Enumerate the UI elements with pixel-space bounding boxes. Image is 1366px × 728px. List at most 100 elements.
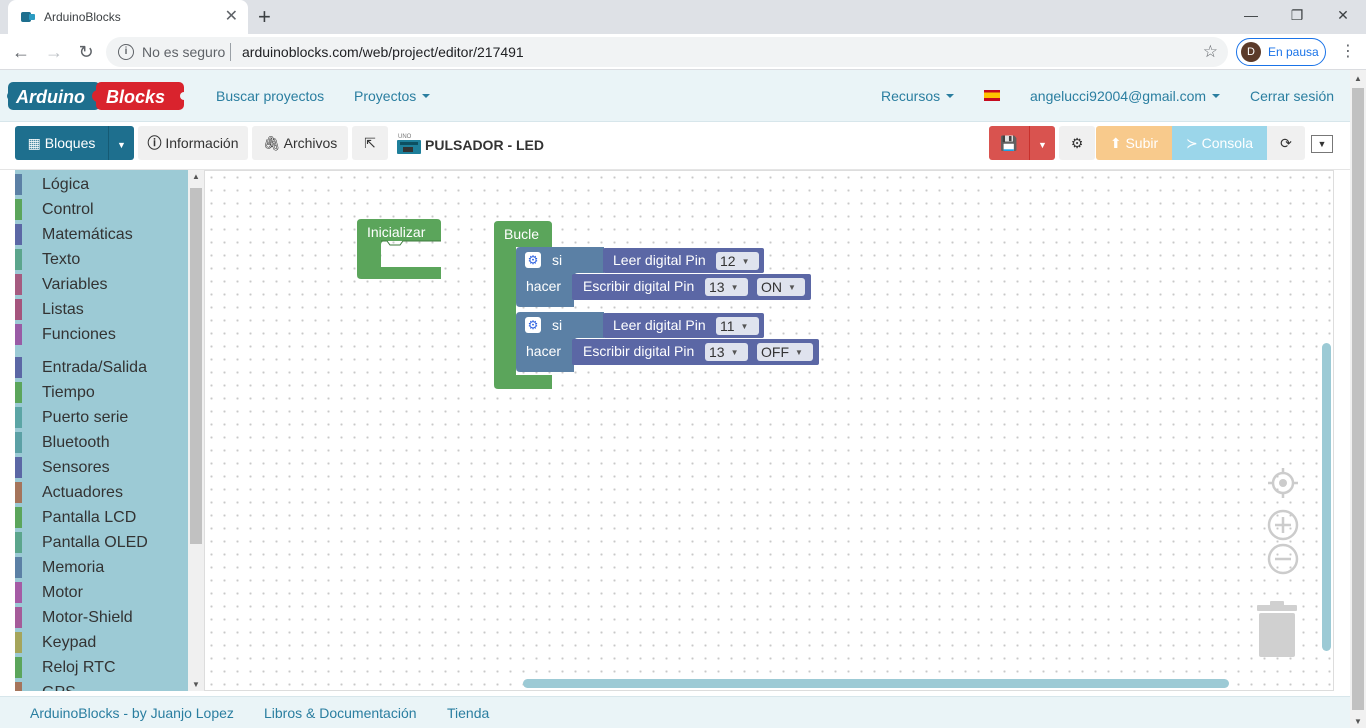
toolbox-category[interactable]: Sensores: [15, 455, 188, 480]
toolbox-category[interactable]: Reloj RTC: [15, 655, 188, 680]
scroll-up-icon[interactable]: ▲: [1354, 74, 1362, 83]
nav-logout[interactable]: Cerrar sesión: [1250, 88, 1334, 104]
bookmark-star-icon[interactable]: ☆: [1203, 42, 1218, 62]
workspace-vertical-scrollbar[interactable]: [1322, 343, 1331, 651]
toolbox-category[interactable]: Listas: [15, 297, 188, 322]
write2-pin-dropdown[interactable]: 13 ▼: [705, 343, 748, 361]
write1-pin-value: 13: [709, 279, 725, 295]
toolbox-category[interactable]: Puerto serie: [15, 405, 188, 430]
category-color-swatch: [15, 324, 22, 345]
footer-credit-link[interactable]: ArduinoBlocks - by Juanjo Lopez: [30, 705, 234, 721]
nav-user-menu[interactable]: angelucci92004@gmail.com: [1030, 88, 1221, 104]
profile-button[interactable]: D En pausa: [1236, 38, 1326, 66]
files-button-label: Archivos: [283, 135, 338, 151]
read1-pin-dropdown[interactable]: 12 ▼: [716, 252, 759, 270]
terminal-icon: ≻: [1186, 135, 1202, 151]
arduino-uno-board-icon: UNO: [397, 134, 421, 154]
toolbox-category[interactable]: Memoria: [15, 555, 188, 580]
zoom-in-icon[interactable]: [1267, 509, 1299, 541]
toolbox-category[interactable]: Pantalla OLED: [15, 530, 188, 555]
page-scrollbar[interactable]: ▲ ▼: [1350, 70, 1366, 728]
read2-pin-dropdown[interactable]: 11 ▼: [716, 317, 759, 335]
category-label: GPS: [42, 684, 76, 691]
toolbox-category[interactable]: Variables: [15, 272, 188, 297]
footer-docs-link[interactable]: Libros & Documentación: [264, 705, 417, 721]
settings-button[interactable]: ⚙: [1059, 126, 1095, 160]
save-button[interactable]: 💾: [989, 126, 1029, 160]
tab-close-icon[interactable]: ✕: [225, 7, 238, 27]
scroll-down-icon[interactable]: ▼: [192, 680, 200, 689]
toolbox-category[interactable]: GPS: [15, 680, 188, 691]
category-label: Sensores: [42, 459, 110, 476]
upload-circle-icon: ⬆: [1109, 135, 1126, 151]
category-color-swatch: [15, 432, 22, 453]
app: Arduino Blocks Buscar proyectos Proyecto…: [0, 70, 1350, 728]
toolbox-category[interactable]: Control: [15, 197, 188, 222]
arduinoblocks-logo[interactable]: Arduino Blocks: [6, 79, 188, 113]
browser-tab[interactable]: ArduinoBlocks ✕: [8, 0, 248, 34]
write2-value-dropdown[interactable]: OFF ▼: [757, 343, 813, 361]
zoom-out-icon[interactable]: [1267, 543, 1299, 575]
category-label: Actuadores: [42, 484, 123, 501]
write1-pin-dropdown[interactable]: 13 ▼: [705, 278, 748, 296]
url-text[interactable]: arduinoblocks.com/web/project/editor/217…: [242, 44, 524, 60]
toolbox-category[interactable]: Texto: [15, 247, 188, 272]
toolbox-category[interactable]: Keypad: [15, 630, 188, 655]
dropdown-arrow-icon: ▼: [795, 348, 803, 357]
nav-projects[interactable]: Proyectos: [354, 88, 431, 104]
trash-icon[interactable]: [1255, 601, 1299, 659]
save-dropdown-button[interactable]: ▼: [1029, 126, 1055, 160]
toolbox-category[interactable]: Tiempo: [15, 380, 188, 405]
forward-icon[interactable]: →: [42, 40, 66, 64]
category-label: Texto: [42, 251, 81, 268]
page-scroll-thumb[interactable]: [1352, 88, 1364, 710]
blocks-button[interactable]: ▦ Bloques: [15, 126, 108, 160]
board-select-dropdown[interactable]: ▼: [1311, 135, 1333, 153]
blocks-dropdown-button[interactable]: ▼: [108, 126, 134, 160]
site-info-icon[interactable]: i: [118, 44, 134, 60]
if2-si-label: si: [552, 317, 563, 333]
paperclip-icon: 🖇: [262, 135, 281, 151]
console-button[interactable]: ≻ Consola: [1172, 126, 1267, 160]
nav-search-projects[interactable]: Buscar proyectos: [216, 88, 324, 104]
mutator-gear-icon[interactable]: ⚙: [525, 252, 541, 268]
nav-resources[interactable]: Recursos: [881, 88, 955, 104]
toolbox-category[interactable]: Matemáticas: [15, 222, 188, 247]
toolbox-category[interactable]: Actuadores: [15, 480, 188, 505]
back-icon[interactable]: ←: [9, 40, 33, 64]
minimize-icon[interactable]: —: [1228, 4, 1274, 28]
footer-shop-link[interactable]: Tienda: [447, 705, 489, 721]
refresh-button[interactable]: ⟳: [1267, 126, 1305, 160]
scroll-up-icon[interactable]: ▲: [192, 172, 200, 181]
toolbox-scrollbar[interactable]: ▲ ▼: [188, 170, 204, 691]
user-email: angelucci92004@gmail.com: [1030, 88, 1207, 104]
mutator-gear-icon[interactable]: ⚙: [525, 317, 541, 333]
reload-icon[interactable]: ↻: [74, 40, 98, 64]
toolbox-category[interactable]: Lógica: [15, 172, 188, 197]
spain-flag-icon[interactable]: [984, 90, 1000, 101]
toolbox-category[interactable]: Funciones: [15, 322, 188, 347]
toolbox-category[interactable]: Entrada/Salida: [15, 355, 188, 380]
logo-text-left: Arduino: [15, 87, 85, 107]
workspace-horizontal-scrollbar[interactable]: [523, 679, 1229, 688]
scroll-down-icon[interactable]: ▼: [1354, 717, 1362, 726]
upload-button[interactable]: ⬆ Subir: [1096, 126, 1172, 160]
toolbox-scroll-thumb[interactable]: [190, 188, 202, 544]
files-button[interactable]: 🖇 Archivos: [252, 126, 348, 160]
share-button[interactable]: ⇱: [352, 126, 388, 160]
category-label: Control: [42, 201, 94, 218]
toolbox-category[interactable]: Motor: [15, 580, 188, 605]
address-bar[interactable]: i No es seguro arduinoblocks.com/web/pro…: [106, 37, 1228, 67]
category-label: Pantalla OLED: [42, 534, 148, 551]
toolbox-category[interactable]: Bluetooth: [15, 430, 188, 455]
write1-value-dropdown[interactable]: ON ▼: [757, 278, 805, 296]
toolbox-category[interactable]: Pantalla LCD: [15, 505, 188, 530]
info-button[interactable]: ⓘ Información: [138, 126, 248, 160]
new-tab-icon[interactable]: +: [258, 4, 271, 30]
window-close-icon[interactable]: ✕: [1320, 4, 1366, 28]
blockly-workspace[interactable]: Inicializar Bucle ⚙ si hacer Leer digita…: [204, 170, 1334, 691]
toolbox-category[interactable]: Motor-Shield: [15, 605, 188, 630]
browser-menu-icon[interactable]: ⋮: [1338, 40, 1358, 64]
recenter-icon[interactable]: [1267, 467, 1299, 499]
restore-icon[interactable]: ❐: [1274, 4, 1320, 28]
